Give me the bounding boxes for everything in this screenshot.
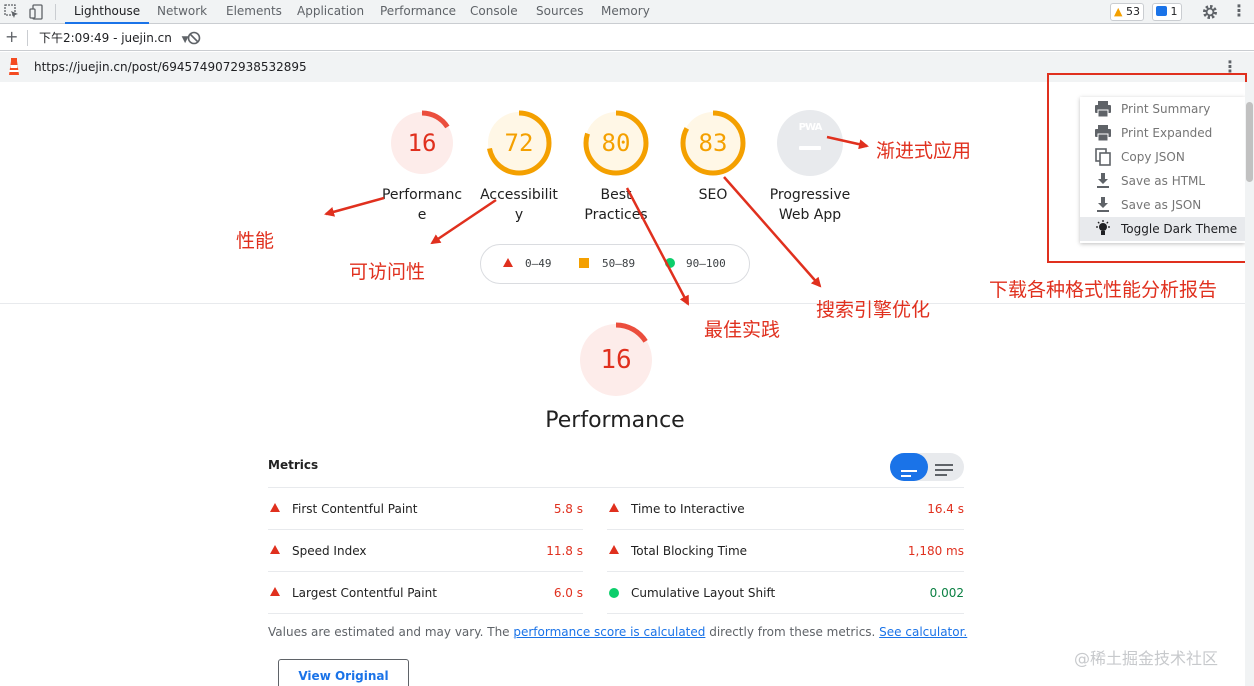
- metrics-heading: Metrics: [268, 458, 319, 472]
- view-original-trace-button[interactable]: View Original Trace: [278, 659, 409, 686]
- annotation-menu: 下载各种格式性能分析报告: [989, 279, 1218, 301]
- metric-value: 11.8 s: [546, 544, 583, 558]
- scrollbar-track[interactable]: [1245, 82, 1254, 686]
- annotation-accessibility: 可访问性: [349, 261, 426, 283]
- metric-name: First Contentful Paint: [292, 502, 418, 516]
- metrics-note-middle: directly from these metrics.: [705, 625, 880, 639]
- compact-view-button[interactable]: [890, 453, 928, 481]
- annotation-seo: 搜索引擎优化: [816, 299, 931, 321]
- arrow-best-practices: [625, 187, 690, 306]
- annotation-pwa: 渐进式应用: [876, 140, 972, 162]
- metrics-view-toggle[interactable]: [890, 453, 964, 481]
- metric-name: Speed Index: [292, 544, 367, 558]
- metric-row-speed-index: Speed Index 11.8 s: [268, 530, 583, 572]
- annotation-best-practices: 最佳实践: [704, 319, 781, 341]
- performance-gauge-large[interactable]: 16: [578, 322, 654, 398]
- arrow-pwa: [826, 135, 869, 150]
- metrics-note: Values are estimated and may vary. The p…: [268, 625, 967, 639]
- metric-row-tbt: Total Blocking Time 1,180 ms: [607, 530, 964, 572]
- performance-score-link[interactable]: performance score is calculated: [513, 625, 705, 639]
- annotation-performance: 性能: [236, 230, 275, 252]
- metric-row-tti: Time to Interactive 16.4 s: [607, 488, 964, 530]
- metric-name: Largest Contentful Paint: [292, 586, 437, 600]
- fail-triangle-icon: [609, 503, 619, 512]
- performance-title: Performance: [545, 408, 685, 433]
- metrics-note-prefix: Values are estimated and may vary. The: [268, 625, 514, 639]
- fail-triangle-icon: [609, 545, 619, 554]
- expanded-view-icon[interactable]: [935, 461, 953, 476]
- metric-name: Total Blocking Time: [631, 544, 748, 558]
- arrow-accessibility: [430, 198, 497, 245]
- metric-value: 1,180 ms: [907, 544, 964, 558]
- fail-triangle-icon: [270, 587, 280, 596]
- metric-value: 16.4 s: [927, 502, 964, 516]
- metric-value: 6.0 s: [553, 586, 583, 600]
- metric-row-lcp: Largest Contentful Paint 6.0 s: [268, 572, 583, 614]
- arrow-performance: [324, 196, 385, 217]
- scrollbar-thumb[interactable]: [1246, 102, 1253, 182]
- pass-circle-icon: [609, 588, 619, 598]
- metric-row-cls: Cumulative Layout Shift 0.002: [607, 572, 964, 614]
- metric-value: 0.002: [929, 586, 964, 600]
- metric-value: 5.8 s: [553, 502, 583, 516]
- see-calculator-link[interactable]: See calculator.: [879, 625, 967, 639]
- metric-name: Time to Interactive: [631, 502, 745, 516]
- metric-name: Cumulative Layout Shift: [631, 586, 776, 600]
- fail-triangle-icon: [270, 545, 280, 554]
- compact-view-icon: [901, 463, 917, 477]
- annotation-highlight-box: [1047, 73, 1247, 263]
- fail-triangle-icon: [270, 503, 280, 512]
- watermark: @稀土掘金技术社区: [1074, 649, 1219, 668]
- performance-score-large: 16: [600, 345, 632, 375]
- metric-row-fcp: First Contentful Paint 5.8 s: [268, 488, 583, 530]
- arrow-seo: [723, 176, 822, 288]
